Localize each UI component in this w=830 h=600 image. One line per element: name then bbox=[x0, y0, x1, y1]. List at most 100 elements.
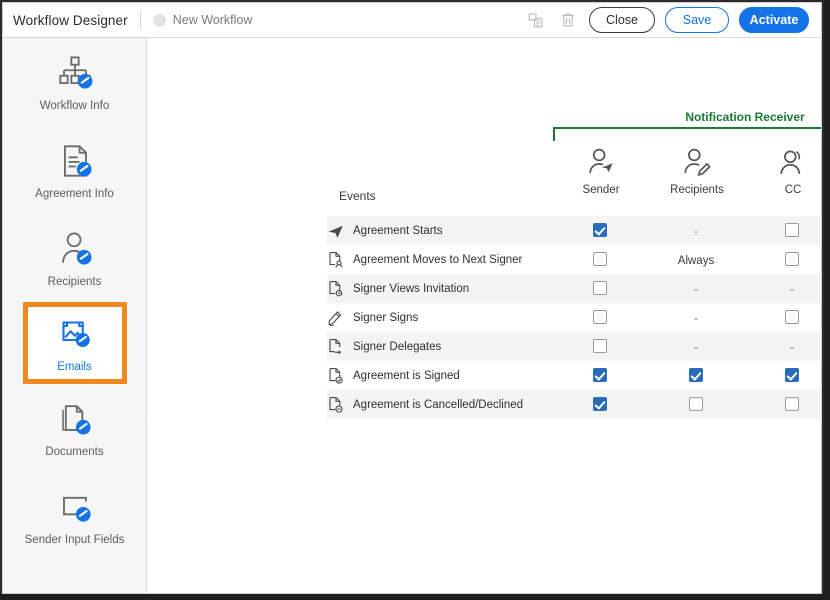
sidebar-item-label: Sender Input Fields bbox=[25, 534, 125, 547]
column-header-cc: CC bbox=[745, 146, 822, 204]
matrix-cell-recipients: Always bbox=[648, 245, 744, 274]
matrix-cell-sender[interactable] bbox=[552, 274, 648, 303]
matrix-cell-cc[interactable] bbox=[744, 245, 822, 274]
table-row: Agreement is Signed bbox=[327, 361, 822, 390]
event-cell: Agreement is Signed bbox=[327, 361, 552, 390]
sidebar-item-documents[interactable]: Documents bbox=[3, 384, 146, 472]
event-cell: Signer Signs bbox=[327, 303, 552, 332]
matrix-cell-cc[interactable] bbox=[744, 390, 822, 419]
matrix-cell-sender[interactable] bbox=[552, 390, 648, 419]
cell-empty-dash: - bbox=[790, 340, 794, 354]
checkbox-unchecked[interactable] bbox=[593, 281, 607, 295]
column-header-sender: Sender bbox=[553, 146, 649, 204]
paper-plane-icon bbox=[327, 222, 345, 240]
event-label: Signer Signs bbox=[353, 312, 418, 324]
event-label: Signer Delegates bbox=[353, 341, 441, 353]
checkbox-unchecked[interactable] bbox=[689, 397, 703, 411]
checkbox-checked[interactable] bbox=[785, 368, 799, 382]
matrix-cell-cc: - bbox=[744, 332, 822, 361]
matrix-cell-sender[interactable] bbox=[552, 245, 648, 274]
top-bar-actions: Close Save Activate bbox=[525, 7, 821, 33]
event-label: Agreement is Cancelled/Declined bbox=[353, 399, 523, 411]
trash-icon[interactable] bbox=[557, 9, 579, 31]
cc-person-icon bbox=[775, 146, 811, 182]
table-row: Agreement is Cancelled/Declined bbox=[327, 390, 822, 419]
cell-empty-dash: - bbox=[694, 311, 698, 325]
events-column-header: Events bbox=[339, 189, 376, 203]
matrix-cell-sender[interactable] bbox=[552, 361, 648, 390]
event-cell: Agreement Starts bbox=[327, 216, 552, 245]
sidebar-item-label: Recipients bbox=[48, 276, 102, 289]
matrix-cell-recipients: - bbox=[648, 303, 744, 332]
table-row: Agreement Starts-- bbox=[327, 216, 822, 245]
sidebar-item-label: Documents bbox=[45, 446, 103, 459]
matrix-cell-recipients[interactable] bbox=[648, 361, 744, 390]
event-label: Agreement is Signed bbox=[353, 370, 460, 382]
workflow-info-icon bbox=[53, 51, 97, 95]
recipient-person-pen-icon bbox=[679, 146, 715, 182]
matrix-cell-sender[interactable] bbox=[552, 216, 648, 245]
checkbox-unchecked[interactable] bbox=[785, 397, 799, 411]
matrix-cell-cc[interactable] bbox=[744, 361, 822, 390]
matrix-cell-sender[interactable] bbox=[552, 332, 648, 361]
column-label: Sender bbox=[582, 184, 619, 196]
title-divider bbox=[140, 11, 141, 29]
sidebar-item-sender-input-fields[interactable]: Sender Input Fields bbox=[3, 472, 146, 560]
document-check-icon bbox=[327, 367, 345, 385]
sidebar-item-workflow-info[interactable]: Workflow Info bbox=[3, 38, 146, 126]
matrix-cell-recipients[interactable] bbox=[648, 390, 744, 419]
documents-icon bbox=[53, 397, 97, 441]
sidebar-item-recipients[interactable]: Recipients bbox=[3, 214, 146, 302]
pen-signature-icon bbox=[327, 309, 345, 327]
top-bar: Workflow Designer New Workflow bbox=[3, 3, 821, 38]
matrix-cell-cc[interactable] bbox=[744, 216, 822, 245]
sender-input-fields-icon bbox=[53, 485, 97, 529]
document-arrow-icon bbox=[327, 338, 345, 356]
checkbox-unchecked[interactable] bbox=[785, 310, 799, 324]
save-button[interactable]: Save bbox=[665, 7, 729, 33]
event-label: Agreement Moves to Next Signer bbox=[353, 254, 522, 266]
matrix-cell-recipients: - bbox=[648, 216, 744, 245]
checkbox-unchecked[interactable] bbox=[593, 339, 607, 353]
sidebar-item-agreement-info[interactable]: Agreement Info bbox=[3, 126, 146, 214]
checkbox-unchecked[interactable] bbox=[593, 252, 607, 266]
cell-value: Always bbox=[678, 255, 714, 267]
document-cancel-icon bbox=[327, 396, 345, 414]
column-label: Recipients bbox=[670, 184, 724, 196]
sidebar-item-label: Workflow Info bbox=[40, 100, 109, 113]
agreement-info-icon bbox=[53, 139, 97, 183]
document-clock-icon bbox=[327, 280, 345, 298]
cell-empty-dash: - bbox=[694, 282, 698, 296]
table-row: Agreement Moves to Next SignerAlways- bbox=[327, 245, 822, 274]
matrix-cell-sender[interactable] bbox=[552, 303, 648, 332]
sidebar: Workflow Info Agreement Info bbox=[3, 38, 147, 594]
event-cell: Signer Delegates bbox=[327, 332, 552, 361]
content-area: Workflow Info Agreement Info bbox=[3, 38, 821, 594]
checkbox-checked[interactable] bbox=[689, 368, 703, 382]
matrix-cell-cc[interactable] bbox=[744, 303, 822, 332]
event-cell: Agreement Moves to Next Signer bbox=[327, 245, 552, 274]
checkbox-unchecked[interactable] bbox=[593, 310, 607, 324]
cell-empty-dash: - bbox=[790, 282, 794, 296]
workflow-status-dot bbox=[153, 14, 166, 27]
sender-person-icon bbox=[583, 146, 619, 182]
checkbox-checked[interactable] bbox=[593, 368, 607, 382]
table-row: Signer Views Invitation--- bbox=[327, 274, 822, 303]
event-label: Agreement Starts bbox=[353, 225, 442, 237]
checkbox-checked[interactable] bbox=[593, 397, 607, 411]
sidebar-item-label: Emails bbox=[57, 361, 92, 374]
cell-empty-dash: - bbox=[694, 340, 698, 354]
table-row: Signer Signs-- bbox=[327, 303, 822, 332]
checkbox-unchecked[interactable] bbox=[785, 223, 799, 237]
activate-button[interactable]: Activate bbox=[739, 7, 809, 33]
emails-icon bbox=[53, 312, 97, 356]
close-button[interactable]: Close bbox=[589, 7, 655, 33]
checkbox-unchecked[interactable] bbox=[785, 252, 799, 266]
matrix-cell-cc: - bbox=[744, 274, 822, 303]
workflow-name: New Workflow bbox=[173, 13, 253, 27]
sidebar-item-emails[interactable]: Emails bbox=[23, 302, 127, 384]
checkbox-checked[interactable] bbox=[593, 223, 607, 237]
notification-receiver-bracket bbox=[553, 127, 822, 141]
duplicate-icon[interactable] bbox=[525, 9, 547, 31]
page-title: Workflow Designer bbox=[13, 13, 128, 28]
